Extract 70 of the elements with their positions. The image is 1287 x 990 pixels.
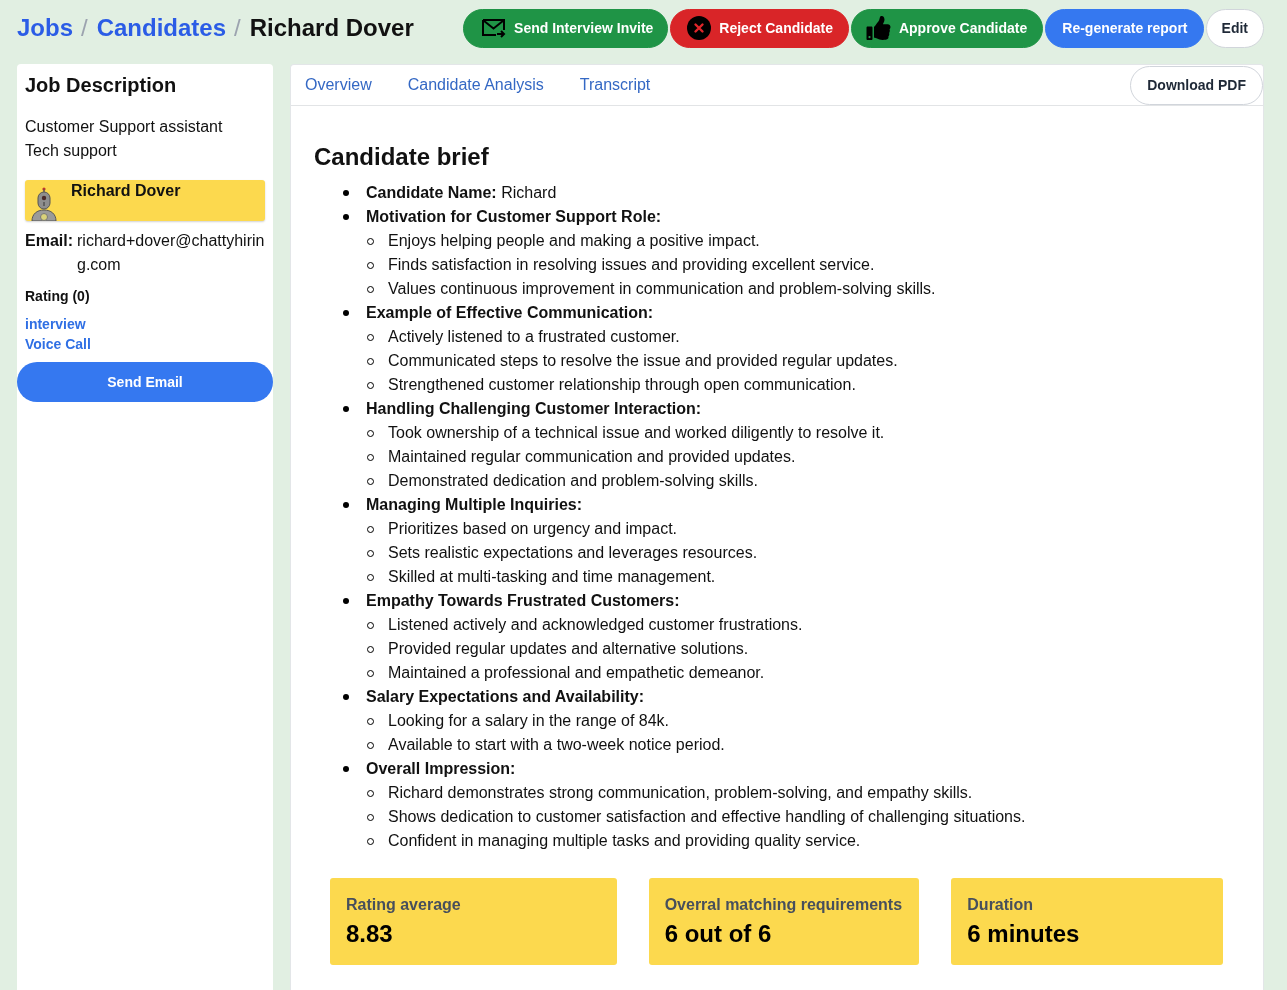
brief-subitem: Maintained a professional and empathetic demeanor.: [388, 663, 766, 683]
brief-item: Overall Impression:: [366, 759, 517, 779]
bullet-icon: [343, 406, 349, 412]
brief-item: Managing Multiple Inquiries:: [366, 495, 583, 515]
sidebar-link[interactable]: Voice Call: [25, 334, 91, 354]
bullet-icon: [343, 214, 349, 220]
reject-button[interactable]: Reject Candidate: [670, 8, 849, 48]
stat-label: Duration: [967, 895, 1035, 914]
brief-subitem: Actively listened to a frustrated customer.: [388, 327, 681, 347]
brief-subitem: Values continuous improvement in communication and problem-solving skills.: [388, 279, 937, 299]
candidate-name: Richard Dover: [71, 181, 181, 201]
brief-subitem: Listened actively and acknowledged customer frustrations.: [388, 615, 804, 635]
email-label: Email:: [25, 231, 73, 251]
brief-subitem: Shows dedication to customer satisfaction and effective handling of challenging situations.: [388, 807, 1027, 827]
send-invite-button[interactable]: Send Interview Invite: [463, 8, 669, 48]
stat-value: 6 out of 6: [664, 919, 773, 948]
regenerate-report-button[interactable]: Re-generate report: [1045, 8, 1204, 48]
brief-subitem: Confident in managing multiple tasks and providing quality service.: [388, 831, 862, 851]
approve-button[interactable]: Approve Candidate: [850, 8, 1044, 48]
brief-subitem: Maintained regular communication and provided updates.: [388, 447, 797, 467]
brief-subitem: Finds satisfaction in resolving issues and providing excellent service.: [388, 255, 876, 275]
thumbs-up-icon: [865, 16, 891, 40]
page-title: Richard Dover: [249, 12, 414, 42]
brief-item: Handling Challenging Customer Interaction:: [366, 399, 703, 419]
edit-button[interactable]: Edit: [1205, 8, 1264, 48]
stat-label: Overral matching requirements: [664, 895, 904, 914]
send-email-button[interactable]: Send Email: [17, 362, 273, 402]
bullet-icon: [343, 190, 349, 196]
stat-label: Rating average: [346, 895, 462, 914]
tab[interactable]: Transcript: [579, 65, 651, 105]
brief-item: Empathy Towards Frustrated Customers:: [366, 591, 681, 611]
close-icon: [687, 16, 712, 40]
brief-subitem: Provided regular updates and alternative solutions.: [388, 639, 750, 659]
breadcrumb-separator: /: [81, 12, 88, 42]
job-line: Customer Support assistant: [25, 117, 224, 137]
download-pdf-button[interactable]: Download PDF: [1130, 65, 1263, 105]
brief-subitem: Communicated steps to resolve the issue and provided regular updates.: [388, 351, 899, 371]
mail-send-icon: [482, 18, 507, 38]
bullet-icon: [343, 310, 349, 316]
brief-item: Salary Expectations and Availability:: [366, 687, 646, 707]
brief-subitem: Prioritizes based on urgency and impact.: [388, 519, 679, 539]
tab[interactable]: Overview: [305, 65, 372, 105]
breadcrumb-link[interactable]: Candidates: [96, 12, 227, 42]
email-value: richard+dover@chattyhiring.com: [77, 231, 266, 275]
bullet-icon: [343, 598, 349, 604]
brief-item: Example of Effective Communication:: [366, 303, 655, 323]
brief-subitem: Sets realistic expectations and leverages resources.: [388, 543, 759, 563]
bullet-icon: [343, 766, 349, 772]
stat-value: 8.83: [346, 919, 394, 948]
brief-title: Candidate brief: [314, 142, 490, 171]
rating-label: Rating (0): [25, 288, 91, 305]
brief-subitem: Richard demonstrates strong communication, problem-solving, and empathy skills.: [388, 783, 974, 803]
brief-subitem: Skilled at multi-tasking and time management.: [388, 567, 717, 587]
brief-subitem: Looking for a salary in the range of 84k.: [388, 711, 671, 731]
sidebar-title: Job Description: [25, 73, 178, 97]
brief-item: Motivation for Customer Support Role:: [366, 207, 663, 227]
breadcrumb-link[interactable]: Jobs: [17, 12, 73, 42]
bullet-icon: [343, 694, 349, 700]
job-line: Tech support: [25, 141, 118, 161]
brief-subitem: Demonstrated dedication and problem-solving skills.: [388, 471, 759, 491]
brief-subitem: Took ownership of a technical issue and worked diligently to resolve it.: [388, 423, 886, 443]
tab[interactable]: Candidate Analysis: [407, 65, 544, 105]
brief-item: Candidate Name: Richard: [366, 183, 558, 203]
brief-subitem: Available to start with a two-week notice period.: [388, 735, 726, 755]
sidebar-link[interactable]: interview: [25, 314, 86, 334]
brief-subitem: Enjoys helping people and making a positive impact.: [388, 231, 761, 251]
brief-subitem: Strengthened customer relationship through open communication.: [388, 375, 857, 395]
bullet-icon: [343, 502, 349, 508]
stat-value: 6 minutes: [967, 919, 1081, 948]
breadcrumb-separator: /: [234, 12, 241, 42]
